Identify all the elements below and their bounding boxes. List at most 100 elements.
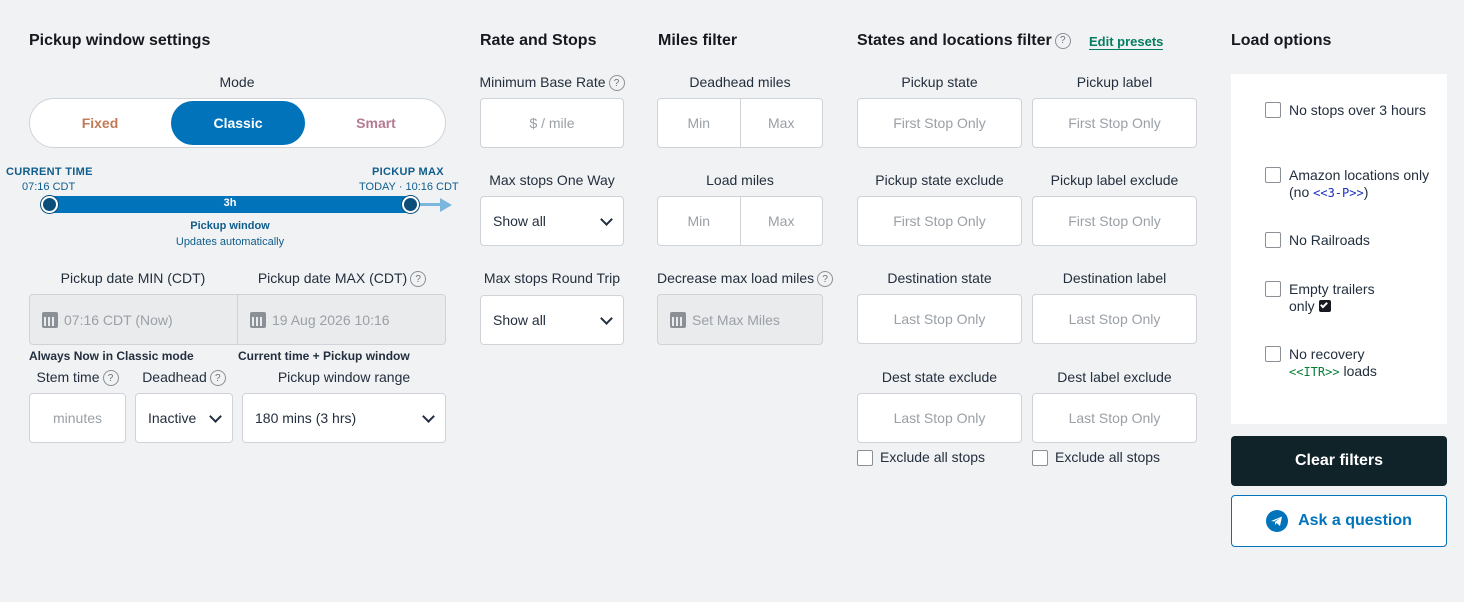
- range-select[interactable]: 180 mins (3 hrs): [242, 393, 446, 443]
- no-railroads-label: No Railroads: [1289, 232, 1370, 248]
- load-miles-range: Min Max: [657, 196, 823, 246]
- stem-help-icon[interactable]: ?: [102, 370, 119, 387]
- date-min-note: Always Now in Classic mode: [29, 349, 194, 363]
- dest-state-exclude-input[interactable]: Last Stop Only: [857, 393, 1022, 443]
- roundtrip-select[interactable]: Show all: [480, 295, 624, 345]
- deadhead-select[interactable]: Inactive: [135, 393, 233, 443]
- deadhead-help-icon[interactable]: ?: [209, 370, 226, 387]
- pickup-label-exclude-label: Pickup label exclude: [1050, 172, 1179, 188]
- exclude-all-dest-state-checkbox[interactable]: [857, 450, 873, 466]
- date-max-note: Current time + Pickup window: [238, 349, 410, 363]
- current-time-label: CURRENT TIME: [6, 166, 93, 178]
- pickup-state-input[interactable]: First Stop Only: [857, 98, 1022, 148]
- pickup-label-input[interactable]: First Stop Only: [1032, 98, 1197, 148]
- current-time-value: 07:16 CDT: [22, 181, 76, 193]
- states-heading: States and locations filter?: [857, 32, 1071, 50]
- deadhead-miles-range: Min Max: [657, 98, 823, 148]
- no-recovery-checkbox[interactable]: [1265, 346, 1281, 362]
- date-max-value: 19 Aug 2026 10:16: [272, 311, 390, 328]
- deadhead-value: Inactive: [148, 410, 197, 426]
- states-help-icon[interactable]: ?: [1054, 32, 1071, 49]
- mode-smart-button[interactable]: Smart: [306, 99, 446, 147]
- oneway-select[interactable]: Show all: [480, 196, 624, 246]
- calendar-icon: [670, 311, 686, 328]
- calendar-icon: [250, 311, 266, 328]
- no-long-stops-label: No stops over 3 hours: [1289, 102, 1426, 118]
- exclude-all-dest-label-checkbox[interactable]: [1032, 450, 1048, 466]
- timeline-arrow-icon: [440, 198, 452, 212]
- date-max-field[interactable]: 19 Aug 2026 10:16: [237, 294, 446, 345]
- itr-tag: <<ITR>>: [1289, 365, 1340, 379]
- decrease-help-icon[interactable]: ?: [817, 271, 834, 288]
- decrease-max-field[interactable]: Set Max Miles: [657, 294, 823, 345]
- pickup-state-exclude-input[interactable]: First Stop Only: [857, 196, 1022, 246]
- amazon-only-checkbox[interactable]: [1265, 167, 1281, 183]
- timeline-subcaption: Updates automatically: [175, 236, 285, 248]
- mode-toggle: Fixed Classic Smart: [29, 98, 446, 148]
- dest-state-input[interactable]: Last Stop Only: [857, 294, 1022, 344]
- amazon-only-label: Amazon locations only (no <<3-P>>): [1289, 167, 1439, 202]
- timeline-end-handle[interactable]: [402, 196, 419, 213]
- no-recovery-label: No recovery <<ITR>> loads: [1289, 346, 1429, 381]
- clear-filters-button[interactable]: Clear filters: [1231, 436, 1447, 486]
- dest-state-exclude-label: Dest state exclude: [881, 369, 998, 385]
- dest-label-input[interactable]: Last Stop Only: [1032, 294, 1197, 344]
- min-rate-help-icon[interactable]: ?: [608, 75, 625, 92]
- exclude-all-dest-label-label: Exclude all stops: [1055, 449, 1161, 465]
- miles-title: Miles filter: [658, 32, 738, 49]
- ask-question-label: Ask a question: [1298, 512, 1412, 529]
- chevron-down-icon: [600, 311, 613, 325]
- third-party-tag: <<3-P>>: [1313, 186, 1364, 200]
- mode-classic-button[interactable]: Classic: [171, 101, 305, 145]
- stem-heading: Stem time?: [29, 369, 126, 387]
- oneway-value: Show all: [493, 213, 546, 229]
- date-max-label: Pickup date MAX (CDT): [257, 270, 408, 286]
- pickup-max-label: PICKUP MAX: [372, 166, 444, 178]
- empty-trailers-text: Empty trailers only: [1289, 281, 1375, 314]
- no-recovery-text: No recovery: [1289, 346, 1365, 362]
- timeline-start-handle[interactable]: [41, 196, 58, 213]
- roundtrip-value: Show all: [493, 312, 546, 328]
- no-recovery-suffix: loads: [1339, 363, 1377, 379]
- oneway-label: Max stops One Way: [489, 172, 615, 188]
- min-rate-label: Minimum Base Rate: [479, 74, 606, 90]
- dest-label-label: Destination label: [1062, 270, 1167, 286]
- empty-trailers-checkbox[interactable]: [1265, 281, 1281, 297]
- calendar-icon: [42, 311, 58, 328]
- pickup-window-title: Pickup window settings: [29, 32, 211, 49]
- stem-time-input[interactable]: minutes: [29, 393, 126, 443]
- deadhead-min-input[interactable]: Min: [658, 99, 740, 147]
- min-rate-heading: Minimum Base Rate?: [475, 74, 629, 92]
- dest-label-exclude-input[interactable]: Last Stop Only: [1032, 393, 1197, 443]
- no-railroads-checkbox[interactable]: [1265, 232, 1281, 248]
- dest-state-label: Destination state: [887, 270, 992, 286]
- min-rate-input[interactable]: $ / mile: [480, 98, 624, 148]
- stem-label: Stem time: [36, 369, 100, 385]
- exclude-all-dest-state-label: Exclude all stops: [880, 449, 986, 465]
- pickup-max-value: TODAY · 10:16 CDT: [359, 181, 459, 193]
- ask-question-button[interactable]: Ask a question: [1231, 495, 1447, 547]
- timeline-caption: Pickup window: [190, 220, 270, 232]
- states-title: States and locations filter: [857, 32, 1052, 49]
- chevron-down-icon: [209, 409, 222, 423]
- edit-presets-link[interactable]: Edit presets: [1089, 35, 1164, 50]
- date-max-heading: Pickup date MAX (CDT)?: [238, 270, 446, 288]
- date-min-field[interactable]: 07:16 CDT (Now): [29, 294, 238, 345]
- pickup-label-label: Pickup label: [1076, 74, 1153, 90]
- mode-fixed-button[interactable]: Fixed: [30, 99, 170, 147]
- date-min-label: Pickup date MIN (CDT): [60, 270, 206, 286]
- checked-box-icon: [1318, 300, 1331, 312]
- pickup-label-exclude-input[interactable]: First Stop Only: [1032, 196, 1197, 246]
- date-max-help-icon[interactable]: ?: [410, 271, 427, 288]
- deadhead-max-input[interactable]: Max: [739, 99, 823, 147]
- deadhead-label: Deadhead: [142, 369, 207, 385]
- amazon-only-close: ): [1363, 184, 1369, 200]
- pickup-state-label: Pickup state: [901, 74, 978, 90]
- timeline-duration: 3h: [223, 197, 237, 209]
- load-min-input[interactable]: Min: [658, 197, 740, 245]
- no-long-stops-checkbox[interactable]: [1265, 102, 1281, 118]
- range-label: Pickup window range: [277, 369, 411, 385]
- load-max-input[interactable]: Max: [739, 197, 823, 245]
- dest-label-exclude-label: Dest label exclude: [1057, 369, 1172, 385]
- rate-title: Rate and Stops: [480, 32, 597, 49]
